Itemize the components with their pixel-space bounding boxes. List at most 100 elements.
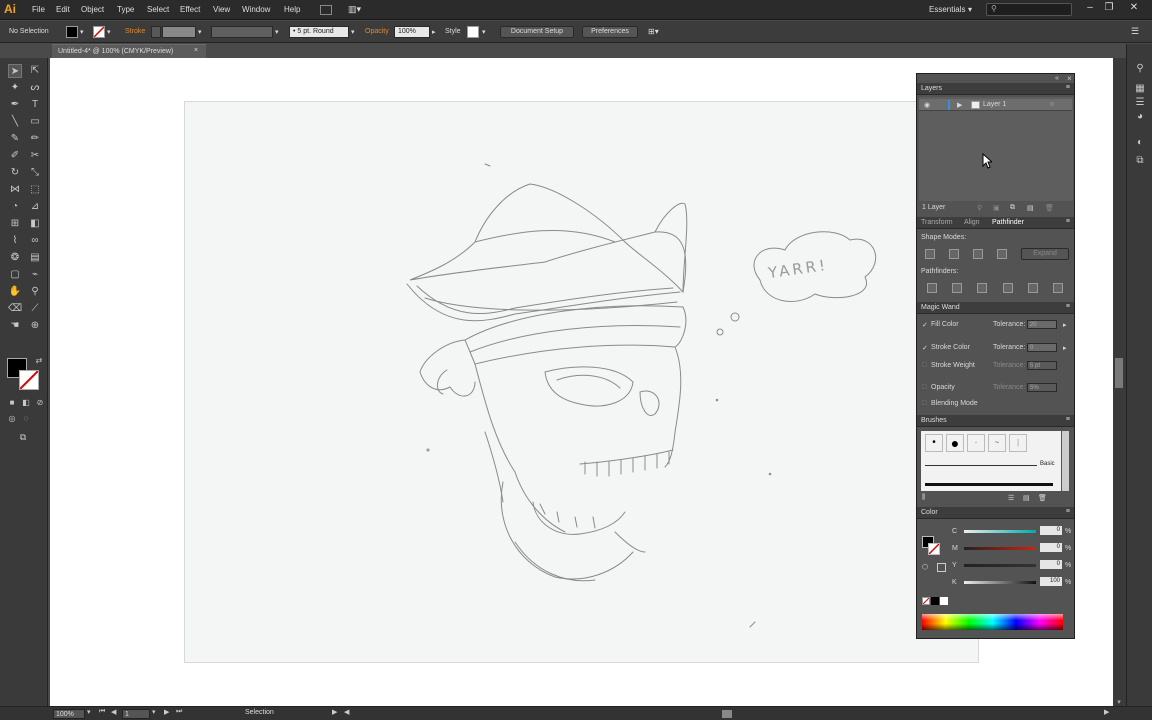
channel-c-value[interactable]: 0 <box>1040 526 1062 535</box>
eraser-tool-icon[interactable]: ✂ <box>28 149 42 163</box>
graph-tool-icon[interactable]: ▤ <box>28 251 42 265</box>
channel-m-value[interactable]: 0 <box>1040 543 1062 552</box>
unite-icon[interactable] <box>925 249 935 259</box>
web-safe-icon[interactable] <box>937 563 946 572</box>
blending-mode-checkbox[interactable]: □ <box>922 400 926 407</box>
artboard-tool-icon[interactable]: ▢ <box>8 268 22 282</box>
menu-file[interactable]: File <box>32 5 45 14</box>
draw-behind-icon[interactable]: ◌ <box>19 412 33 426</box>
layer-row[interactable]: ◉ ▶ Layer 1 ○ <box>919 99 1072 111</box>
new-layer-icon[interactable]: ▤ <box>1027 204 1034 212</box>
line-tool-icon[interactable]: ╲ <box>8 115 22 129</box>
menu-help[interactable]: Help <box>284 5 300 14</box>
preferences-button[interactable]: Preferences <box>582 26 638 38</box>
brush-chevron-icon[interactable]: ▾ <box>351 28 355 36</box>
stroke-color-checkbox[interactable]: ✓ <box>922 344 928 352</box>
hand-alt-tool-icon[interactable]: ☚ <box>8 319 22 333</box>
style-swatch[interactable] <box>467 26 479 38</box>
expand-button[interactable]: Expand <box>1021 248 1069 260</box>
magic-wand-tool-icon[interactable]: ✦ <box>8 81 22 95</box>
brush-options-icon[interactable]: ☰ <box>1008 494 1014 502</box>
screen-mode-icon[interactable]: ⧉ <box>16 430 30 444</box>
pen-tool-icon[interactable]: ✒ <box>8 98 22 112</box>
workspace-chevron-icon[interactable]: ▾ <box>968 5 972 14</box>
color-mode-icon[interactable]: ■ <box>5 396 19 410</box>
eyedropper-tool-icon[interactable]: ⌇ <box>8 234 22 248</box>
menu-view[interactable]: View <box>213 5 230 14</box>
graphic-styles-icon[interactable]: ◕ <box>1133 110 1147 124</box>
appearance-icon[interactable]: ⧉ <box>1133 154 1147 168</box>
menu-select[interactable]: Select <box>147 5 169 14</box>
stroke-tolerance-input[interactable]: 0 <box>1027 343 1057 352</box>
trim-icon[interactable] <box>952 283 962 293</box>
scroll-right-icon[interactable]: ▶ <box>1104 708 1109 716</box>
channel-k-value[interactable]: 100 <box>1040 577 1062 586</box>
menu-edit[interactable]: Edit <box>56 5 70 14</box>
fill-tolerance-input[interactable]: 20 <box>1027 320 1057 329</box>
channel-m-slider[interactable] <box>964 547 1036 550</box>
new-brush-icon[interactable]: ▤ <box>1023 494 1030 502</box>
stroke-weight-stepper[interactable] <box>151 26 161 38</box>
pathfinder-menu-icon[interactable]: ≡ <box>1066 218 1070 225</box>
scroll-left-icon[interactable]: ◀ <box>344 708 349 716</box>
stroke-dropdown-icon[interactable]: ▾ <box>107 28 111 36</box>
merge-icon[interactable] <box>977 283 987 293</box>
fill-swatch[interactable] <box>66 26 78 38</box>
color-menu-icon[interactable]: ≡ <box>1066 508 1070 515</box>
tab-pathfinder[interactable]: Pathfinder <box>992 219 1024 226</box>
previous-artboard-icon[interactable]: ◀ <box>111 708 116 716</box>
menu-window[interactable]: Window <box>242 5 270 14</box>
opacity-checkbox[interactable]: □ <box>922 384 926 391</box>
restore-button[interactable]: ❐ <box>1101 2 1117 16</box>
stroke-tolerance-arrow-icon[interactable]: ▸ <box>1063 344 1067 352</box>
arrange-documents-icon[interactable]: ▥▾ <box>348 4 361 15</box>
brush-pencil[interactable]: | <box>1009 434 1027 452</box>
shape-builder-tool-icon[interactable]: ◔ <box>8 200 22 214</box>
black-color-swatch[interactable] <box>931 597 939 605</box>
variable-width-profile[interactable] <box>211 26 273 38</box>
brush-small-round[interactable]: • <box>925 434 943 452</box>
scale-tool-icon[interactable]: ⤡ <box>28 166 42 180</box>
paintbrush-tool-icon[interactable]: ✎ <box>8 132 22 146</box>
pencil-tool-icon[interactable]: ✏ <box>28 132 42 146</box>
menu-type[interactable]: Type <box>117 5 134 14</box>
color-guide-icon[interactable]: ▦ <box>1133 82 1147 96</box>
crop-icon[interactable] <box>1003 283 1013 293</box>
artboard[interactable]: YARR! <box>184 101 979 663</box>
eraser-alt-tool-icon[interactable]: ⌫ <box>8 302 22 316</box>
lasso-tool-icon[interactable]: ᔕ <box>28 81 42 95</box>
zoom-alt-tool-icon[interactable]: ⊕ <box>28 319 42 333</box>
brush-chalk[interactable]: ~ <box>988 434 1006 452</box>
type-tool-icon[interactable]: T <box>28 98 42 112</box>
arrange-icon[interactable]: ⊞▾ <box>648 27 659 36</box>
last-artboard-icon[interactable]: ⏭ <box>176 708 182 716</box>
menu-object[interactable]: Object <box>81 5 104 14</box>
outline-icon[interactable] <box>1028 283 1038 293</box>
panel-menu-icon[interactable]: ☰ <box>1131 26 1139 37</box>
minimize-button[interactable]: – <box>1082 2 1098 16</box>
swap-colors-icon[interactable]: ⇄ <box>32 354 46 368</box>
layers-menu-icon[interactable]: ≡ <box>1066 84 1070 91</box>
opacity-label[interactable]: Opacity <box>365 28 389 35</box>
perspective-grid-tool-icon[interactable]: ⊿ <box>28 200 42 214</box>
out-of-gamut-icon[interactable]: ⬡ <box>922 563 928 571</box>
slice-tool-icon[interactable]: ⌁ <box>28 268 42 282</box>
minus-front-icon[interactable] <box>949 249 959 259</box>
selection-tool-icon[interactable]: ➤ <box>8 64 22 78</box>
search-input[interactable]: ⚲ <box>986 3 1072 16</box>
rotate-tool-icon[interactable]: ↻ <box>8 166 22 180</box>
layers-panel-header[interactable]: Layers ≡ <box>917 83 1074 95</box>
new-sublayer-icon[interactable]: ⧉ <box>1010 204 1015 212</box>
color-panel-header[interactable]: Color ≡ <box>917 507 1074 519</box>
free-transform-tool-icon[interactable]: ⬚ <box>28 183 42 197</box>
brush-large-round[interactable]: ● <box>946 434 964 452</box>
channel-y-value[interactable]: 0 <box>1040 560 1062 569</box>
brush-definition[interactable]: • 5 pt. Round <box>289 26 349 38</box>
art-brush-stroke[interactable] <box>925 483 1053 486</box>
workspace-switcher[interactable]: Essentials <box>929 5 965 14</box>
draw-normal-icon[interactable]: ◎ <box>5 412 19 426</box>
blend-tool-icon[interactable]: ∞ <box>28 234 42 248</box>
tab-transform[interactable]: Transform <box>921 219 953 226</box>
bridge-icon[interactable] <box>320 5 332 15</box>
transparency-icon[interactable]: ◐ <box>1133 136 1147 150</box>
